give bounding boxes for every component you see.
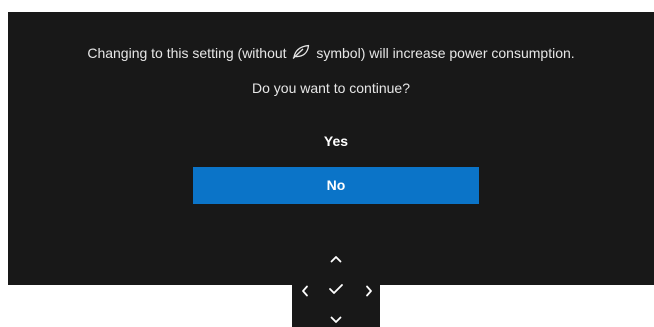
chevron-down-icon[interactable] [325, 311, 347, 327]
warning-message-part2: symbol) will increase power consumption. [316, 45, 575, 61]
warning-message-part1: Changing to this setting (without [87, 45, 287, 61]
leaf-icon [292, 44, 310, 59]
navigation-pad [292, 245, 380, 327]
no-option[interactable]: No [193, 167, 479, 204]
continue-question: Do you want to continue? [252, 80, 410, 96]
yes-option[interactable]: Yes [193, 123, 479, 160]
chevron-up-icon[interactable] [325, 250, 347, 268]
chevron-right-icon[interactable] [358, 282, 380, 300]
chevron-left-icon[interactable] [294, 282, 316, 300]
check-icon[interactable] [325, 280, 347, 298]
warning-message: Changing to this setting (without symbol… [8, 44, 654, 62]
monitor-osd-screen: Changing to this setting (without symbol… [0, 0, 654, 327]
